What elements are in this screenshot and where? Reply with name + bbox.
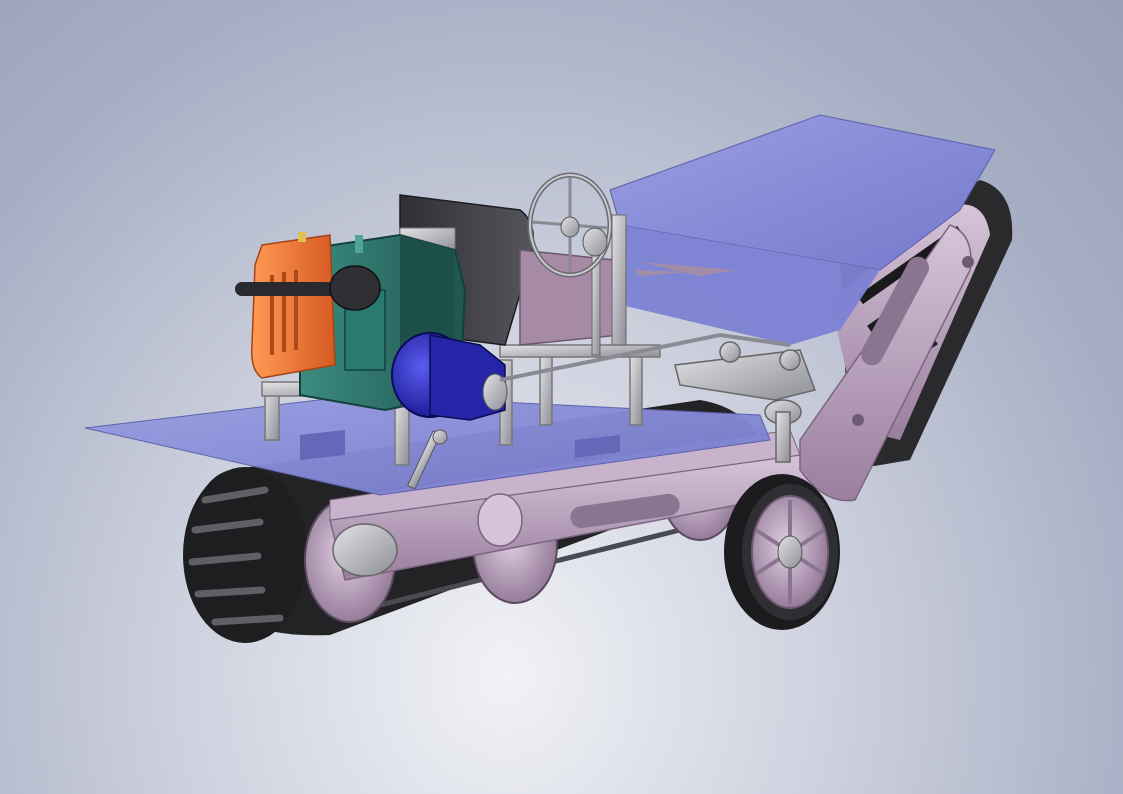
cad-viewport[interactable] xyxy=(0,0,1123,794)
steering-wheel-icon xyxy=(527,172,613,278)
gearbox xyxy=(391,332,508,421)
radiator xyxy=(250,232,336,379)
front-guide-wheel xyxy=(724,474,840,630)
tracked-vehicle-assembly-model[interactable] xyxy=(0,0,1123,794)
wheel-icon xyxy=(724,474,840,630)
